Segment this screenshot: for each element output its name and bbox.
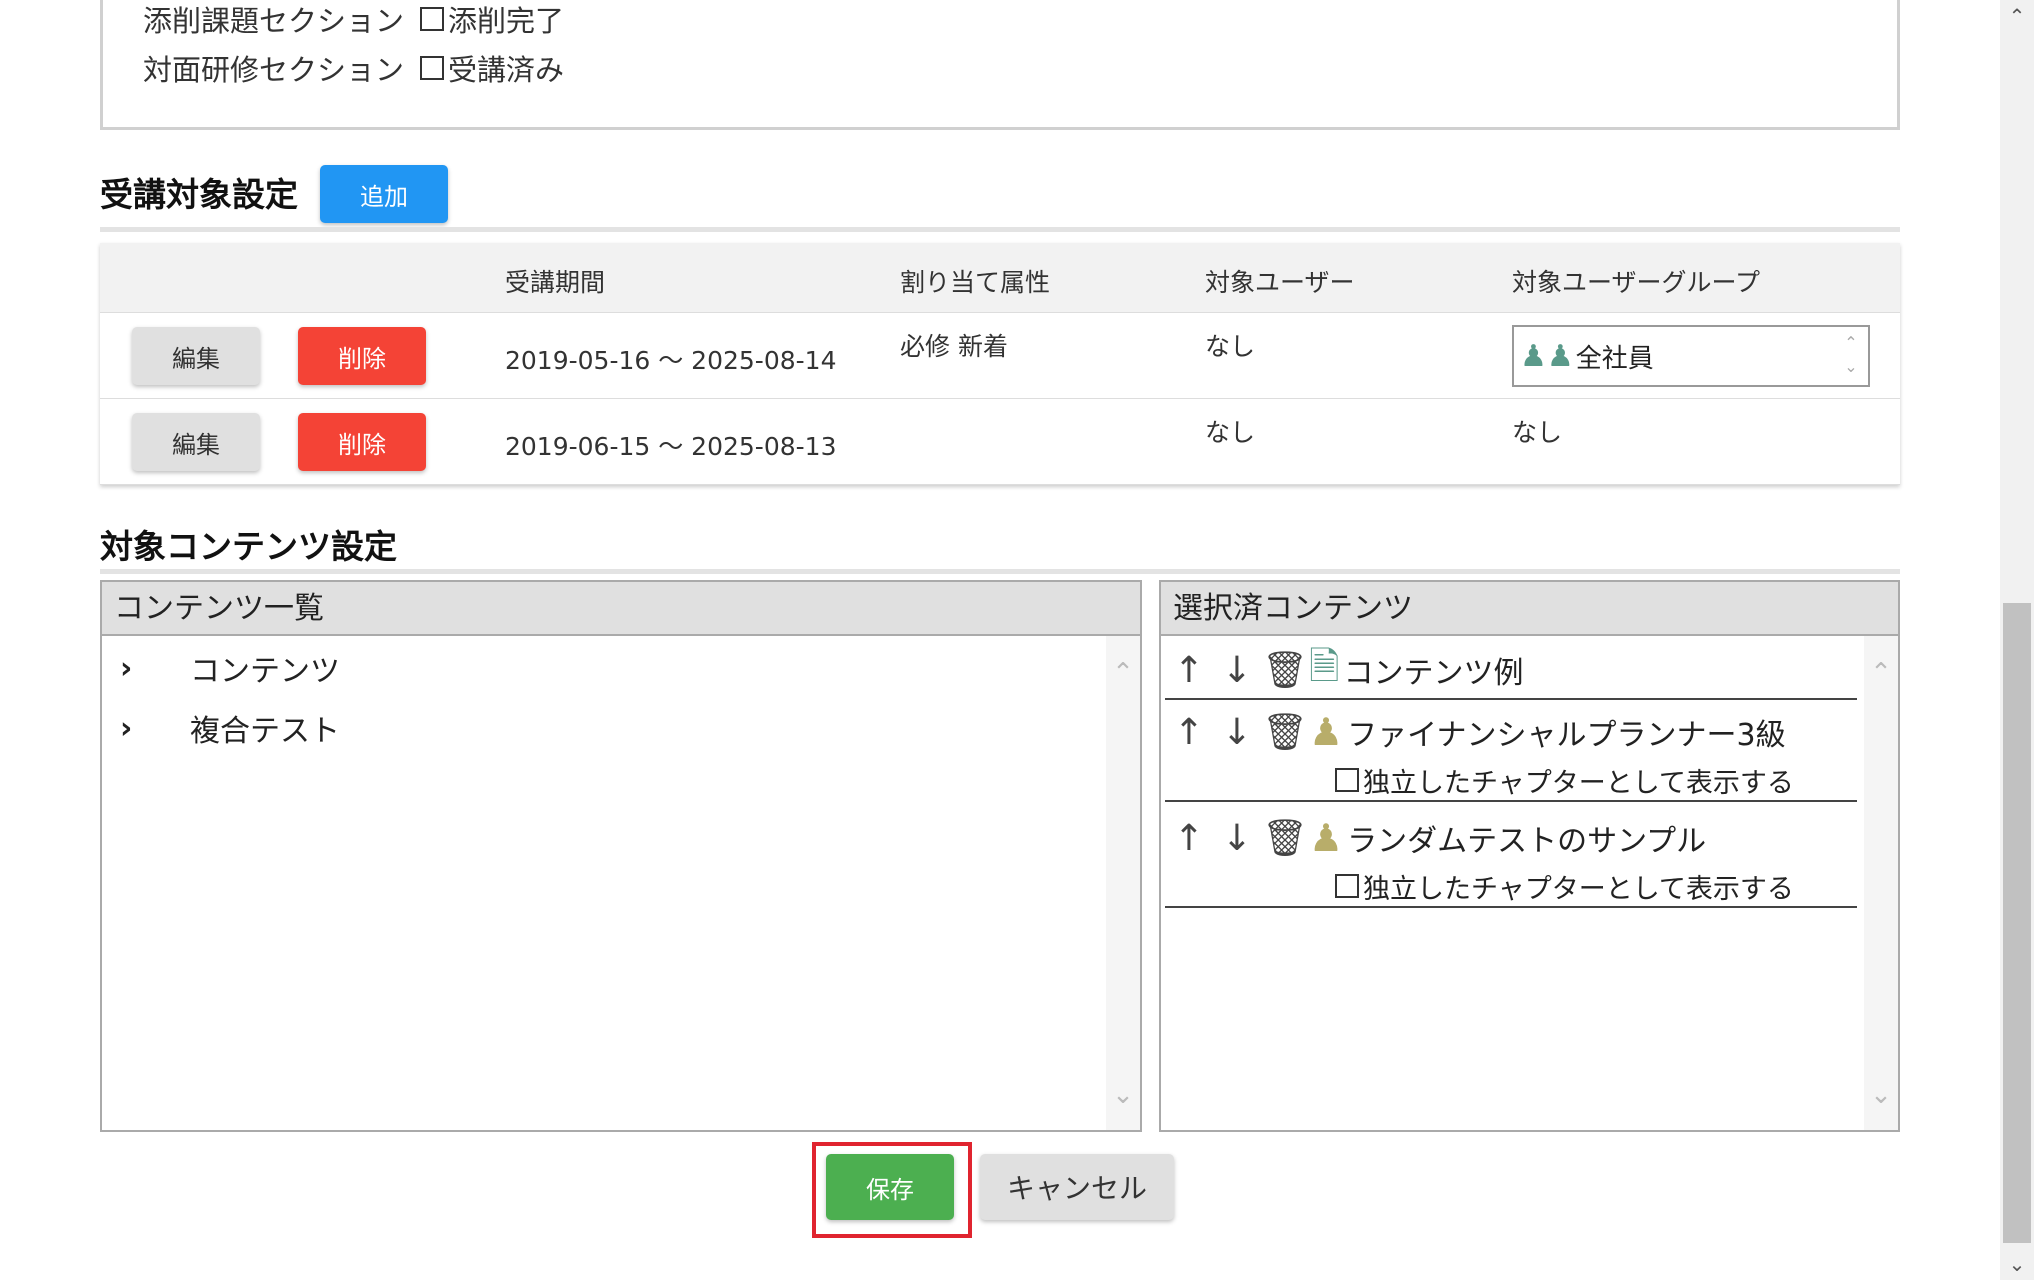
test-person-icon: ♟ <box>1309 710 1344 754</box>
scrollbar-thumb[interactable] <box>2003 603 2031 1243</box>
independent-chapter-option: 独立したチャプターとして表示する <box>1165 760 1857 800</box>
scroll-up-icon[interactable]: ⌃ <box>1106 658 1140 688</box>
section-divider <box>100 227 1900 232</box>
content-document-icon: 🗎 <box>1309 643 1340 688</box>
table-row: 編集 削除 2019-05-16 ～ 2025-08-14 必修 新着 なし ♟… <box>100 313 1900 399</box>
arrow-up-icon[interactable]: ↑ <box>1165 650 1213 691</box>
scroll-up-icon[interactable]: ⌃ <box>2000 4 2034 28</box>
page-scrollbar[interactable]: ⌃ ⌄ <box>2000 0 2034 1280</box>
table-row: 編集 削除 2019-06-15 ～ 2025-08-13 なし なし <box>100 399 1900 485</box>
arrow-up-icon[interactable]: ↑ <box>1165 712 1213 753</box>
selected-content-header: 選択済コンテンツ <box>1161 582 1898 636</box>
group-name: 全社員 <box>1575 343 1654 374</box>
content-settings-title: 対象コンテンツ設定 <box>100 527 397 566</box>
selected-content-panel: 選択済コンテンツ ↑ ↓ 🗑 🗎 コンテンツ例 ↑ ↓ 🗑 ♟ ファイナンシャル… <box>1159 580 1900 1132</box>
arrow-down-icon[interactable]: ↓ <box>1213 650 1261 691</box>
section-label: 添削課題セクション <box>143 4 405 38</box>
selected-item: ↑ ↓ 🗑 🗎 コンテンツ例 <box>1165 642 1857 700</box>
attributes-cell: 必修 新着 <box>900 332 1008 361</box>
checkbox-label: 添削完了 <box>448 4 565 38</box>
add-target-button[interactable]: 追加 <box>320 165 448 223</box>
content-list-header: コンテンツ一覧 <box>102 582 1140 636</box>
completion-row-assignment: 添削課題セクション 添削完了 <box>143 0 564 40</box>
scroll-up-icon[interactable]: ⌃ <box>1864 658 1898 688</box>
group-list-scrollbar[interactable]: ⌃ ⌄ <box>1840 331 1862 381</box>
users-cell: なし <box>1205 418 1256 447</box>
col-period: 受講期間 <box>505 268 606 297</box>
group-icon: ♟♟ <box>1520 338 1574 374</box>
user-group-list[interactable]: ♟♟ 全社員 ⌃ ⌄ <box>1512 325 1870 387</box>
chevron-right-icon[interactable]: › <box>120 711 180 746</box>
trash-icon[interactable]: 🗑 <box>1261 817 1309 859</box>
content-list-panel: コンテンツ一覧 › コンテンツ › 複合テスト ⌃ ⌄ <box>100 580 1142 1132</box>
tree-item-label: 複合テスト <box>190 714 340 749</box>
arrow-up-icon[interactable]: ↑ <box>1165 818 1213 859</box>
scroll-down-icon[interactable]: ⌄ <box>2000 1252 2034 1276</box>
independent-chapter-checkbox[interactable] <box>1335 768 1359 792</box>
selected-item-name: コンテンツ例 <box>1343 656 1524 691</box>
period-cell: 2019-06-15 ～ 2025-08-13 <box>505 432 837 461</box>
col-attributes: 割り当て属性 <box>900 268 1051 297</box>
col-users: 対象ユーザー <box>1205 268 1355 297</box>
completion-checkbox[interactable] <box>420 7 445 31</box>
tree-item-composite-test[interactable]: › 複合テスト <box>120 706 340 750</box>
selected-item-name: ランダムテストのサンプル <box>1347 824 1707 859</box>
delete-button[interactable]: 削除 <box>298 413 426 471</box>
completion-checkbox[interactable] <box>420 56 445 80</box>
completion-conditions-box: 添削課題セクション 添削完了 対面研修セクション 受講済み <box>100 0 1900 130</box>
option-label: 独立したチャプターとして表示する <box>1363 767 1794 799</box>
users-cell: なし <box>1205 332 1256 361</box>
selected-item: ↑ ↓ 🗑 ♟ ランダムテストのサンプル 独立したチャプターとして表示する <box>1165 810 1857 908</box>
tree-item-label: コンテンツ <box>190 654 340 689</box>
independent-chapter-option: 独立したチャプターとして表示する <box>1165 866 1857 906</box>
section-label: 対面研修セクション <box>143 53 405 87</box>
target-settings-title: 受講対象設定 <box>100 175 298 214</box>
cancel-button[interactable]: キャンセル <box>980 1154 1174 1220</box>
independent-chapter-checkbox[interactable] <box>1335 874 1359 898</box>
scroll-down-icon[interactable]: ⌄ <box>1864 1080 1898 1110</box>
scroll-down-icon[interactable]: ⌄ <box>1106 1080 1140 1110</box>
arrow-down-icon[interactable]: ↓ <box>1213 712 1261 753</box>
tree-item-content[interactable]: › コンテンツ <box>120 646 340 690</box>
delete-button[interactable]: 削除 <box>298 327 426 385</box>
test-person-icon: ♟ <box>1309 816 1344 860</box>
user-group-cell: なし <box>1512 418 1563 447</box>
chevron-right-icon[interactable]: › <box>120 651 180 686</box>
selected-item-name: ファイナンシャルプランナー3級 <box>1347 718 1786 753</box>
completion-row-training: 対面研修セクション 受講済み <box>143 47 564 89</box>
checkbox-label: 受講済み <box>448 53 565 87</box>
edit-button[interactable]: 編集 <box>132 413 260 471</box>
section-divider <box>100 569 1900 574</box>
table-header: 受講期間 割り当て属性 対象ユーザー 対象ユーザーグループ <box>100 243 1900 313</box>
trash-icon[interactable]: 🗑 <box>1261 649 1309 691</box>
selected-item: ↑ ↓ 🗑 ♟ ファイナンシャルプランナー3級 独立したチャプターとして表示する <box>1165 704 1857 802</box>
col-user-groups: 対象ユーザーグループ <box>1512 268 1761 297</box>
edit-button[interactable]: 編集 <box>132 327 260 385</box>
save-button[interactable]: 保存 <box>826 1154 954 1220</box>
option-label: 独立したチャプターとして表示する <box>1363 873 1794 905</box>
content-list-scrollbar[interactable]: ⌃ ⌄ <box>1106 636 1140 1130</box>
period-cell: 2019-05-16 ～ 2025-08-14 <box>505 346 837 375</box>
target-table: 受講期間 割り当て属性 対象ユーザー 対象ユーザーグループ 編集 削除 2019… <box>100 243 1900 485</box>
arrow-down-icon[interactable]: ↓ <box>1213 818 1261 859</box>
selected-content-scrollbar[interactable]: ⌃ ⌄ <box>1864 636 1898 1130</box>
trash-icon[interactable]: 🗑 <box>1261 711 1309 753</box>
